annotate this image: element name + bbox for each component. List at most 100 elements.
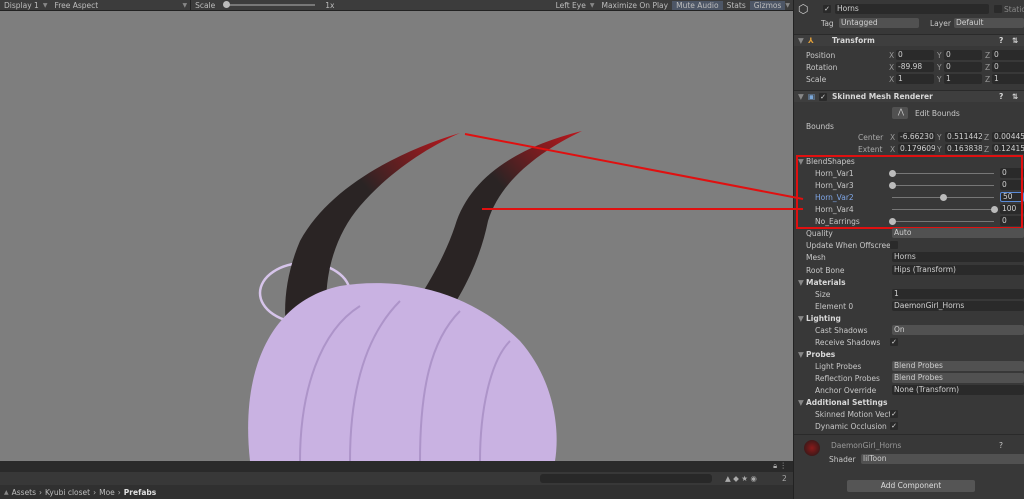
motion-vectors-checkbox[interactable]: ✓ <box>890 410 898 418</box>
project-toolbar: ▲ ◆ ★ ◉ 2 <box>0 472 793 485</box>
position-z-field[interactable]: 0 <box>992 50 1024 60</box>
foldout-arrow-icon[interactable]: ▼ <box>798 36 804 45</box>
aspect-dropdown[interactable]: Free Aspect <box>50 1 182 10</box>
maximize-on-play-button[interactable]: Maximize On Play <box>597 1 672 10</box>
scale-label: Scale <box>806 74 827 84</box>
foldout-arrow-icon[interactable]: ▼ <box>798 350 804 359</box>
console-bar: 🔒︎ ⋮ <box>0 461 793 472</box>
lighting-title-foldout[interactable]: Lighting <box>806 314 841 323</box>
breadcrumb-prefabs[interactable]: Prefabs <box>124 488 156 497</box>
tag-dropdown[interactable]: Untagged <box>839 18 919 28</box>
help-icon[interactable]: ? <box>999 92 1003 101</box>
bounds-center-z-field[interactable]: 0.00445 <box>992 132 1024 142</box>
edit-bounds-label: Edit Bounds <box>915 108 960 118</box>
position-x-field[interactable]: 0 <box>896 50 934 60</box>
eye-dropdown[interactable]: Left Eye <box>552 1 590 10</box>
layer-dropdown[interactable]: Default <box>954 18 1024 28</box>
gizmos-button[interactable]: Gizmos <box>749 0 786 10</box>
bounds-label: Bounds <box>806 121 834 131</box>
element0-field[interactable]: DaemonGirl_Horns <box>892 301 1024 311</box>
object-name-input[interactable]: Horns <box>835 4 989 14</box>
foldout-arrow-icon[interactable]: ▼ <box>798 278 804 287</box>
add-component-button[interactable]: Add Component <box>847 480 975 492</box>
x-axis-label: X <box>890 132 896 142</box>
reflection-probes-field[interactable]: Blend Probes <box>892 373 1024 383</box>
help-icon[interactable]: ? <box>999 36 1003 45</box>
foldout-arrow-icon[interactable]: ▼ <box>798 398 804 407</box>
receive-shadows-checkbox[interactable]: ✓ <box>890 338 898 346</box>
motion-vectors-label: Skinned Motion Vecti <box>815 409 894 419</box>
project-search-input[interactable] <box>540 474 712 483</box>
mesh-field[interactable]: Horns <box>892 252 1024 262</box>
x-axis-label: X <box>890 144 896 154</box>
smr-enabled-checkbox[interactable]: ✓ <box>819 93 827 101</box>
root-bone-field[interactable]: Hips (Transform) <box>892 265 1024 275</box>
cast-shadows-field[interactable]: On <box>892 325 1024 335</box>
gameobject-cube-icon: ⬡ <box>798 2 809 16</box>
foldout-arrow-icon[interactable]: ▼ <box>798 314 804 323</box>
anchor-label: Anchor Override <box>815 385 877 395</box>
mute-audio-button[interactable]: Mute Audio <box>672 0 723 10</box>
shader-dropdown[interactable]: lilToon <box>861 454 1024 464</box>
z-axis-label: Z <box>984 144 990 154</box>
bounds-extent-y-field[interactable]: 0.163838 <box>945 144 982 154</box>
x-axis-label: X <box>889 50 895 60</box>
layer-label: Layer <box>930 18 951 28</box>
y-axis-label: Y <box>937 74 942 84</box>
quality-field[interactable]: Auto <box>892 228 1024 238</box>
scale-slider[interactable] <box>223 1 316 8</box>
tag-label: Tag <box>821 18 834 28</box>
settings-icon[interactable]: ⇅ <box>1012 92 1018 101</box>
rotation-y-field[interactable]: 0 <box>944 62 982 72</box>
rotation-z-field[interactable]: 0 <box>992 62 1024 72</box>
breadcrumb-moe[interactable]: Moe <box>99 488 115 497</box>
transform-icon: ⅄ <box>808 36 814 45</box>
annotation-box <box>796 155 1023 229</box>
z-axis-label: Z <box>985 50 991 60</box>
lock-icon[interactable]: 🔒︎ ⋮ <box>773 461 787 471</box>
quality-label: Quality <box>806 228 833 238</box>
z-axis-label: Z <box>985 62 991 72</box>
static-checkbox[interactable] <box>994 5 1002 13</box>
additional-title-foldout[interactable]: Additional Settings <box>806 398 887 407</box>
breadcrumb-kyubi[interactable]: Kyubi closet <box>45 488 90 497</box>
transform-header[interactable]: Transform <box>832 36 875 45</box>
bounds-extent-x-field[interactable]: 0.179609 <box>898 144 935 154</box>
material-section: DaemonGirl_Horns ? Shader lilToon <box>794 434 1024 472</box>
materials-title-foldout[interactable]: Materials <box>806 278 846 287</box>
dynamic-occlusion-checkbox[interactable]: ✓ <box>890 422 898 430</box>
scale-z-field[interactable]: 1 <box>992 74 1024 84</box>
hidden-count: 2 <box>782 474 787 483</box>
edit-bounds-button[interactable]: ⋀ <box>892 107 908 119</box>
size-field[interactable]: 1 <box>892 289 1024 299</box>
active-checkbox[interactable]: ✓ <box>823 5 831 13</box>
scale-y-field[interactable]: 1 <box>944 74 982 84</box>
light-probes-label: Light Probes <box>815 361 862 371</box>
smr-header[interactable]: Skinned Mesh Renderer <box>832 92 933 101</box>
help-icon[interactable]: ? <box>999 441 1003 450</box>
bounds-center-y-field[interactable]: 0.511442 <box>945 132 982 142</box>
root-bone-label: Root Bone <box>806 265 845 275</box>
bounds-extent-z-field[interactable]: 0.12415 <box>992 144 1024 154</box>
bounds-center-x-field[interactable]: -6.66230 <box>898 132 935 142</box>
foldout-arrow-icon[interactable]: ▼ <box>798 92 804 101</box>
position-y-field[interactable]: 0 <box>944 50 982 60</box>
game-viewport[interactable] <box>0 11 793 461</box>
stats-button[interactable]: Stats <box>723 1 750 10</box>
update-offscreen-checkbox[interactable] <box>890 241 898 249</box>
breadcrumb-assets[interactable]: Assets <box>12 488 36 497</box>
light-probes-field[interactable]: Blend Probes <box>892 361 1024 371</box>
breadcrumb: ▲ Assets › Kyubi closet › Moe › Prefabs <box>0 485 793 499</box>
scale-x-field[interactable]: 1 <box>896 74 934 84</box>
probes-title-foldout[interactable]: Probes <box>806 350 835 359</box>
settings-icon[interactable]: ⇅ <box>1012 36 1018 45</box>
filter-icons[interactable]: ▲ ◆ ★ ◉ <box>725 474 757 483</box>
display-dropdown[interactable]: Display 1 <box>0 1 43 10</box>
inspector-panel: ⬡ ✓ Horns Static Tag Untagged Layer Defa… <box>793 0 1024 499</box>
mesh-renderer-icon: ▣ <box>808 92 816 101</box>
rotation-x-field[interactable]: -89.98 <box>896 62 934 72</box>
material-preview-icon <box>804 440 820 456</box>
scale-slider-knob[interactable] <box>223 1 231 8</box>
anchor-field[interactable]: None (Transform) <box>892 385 1024 395</box>
mesh-label: Mesh <box>806 252 826 262</box>
